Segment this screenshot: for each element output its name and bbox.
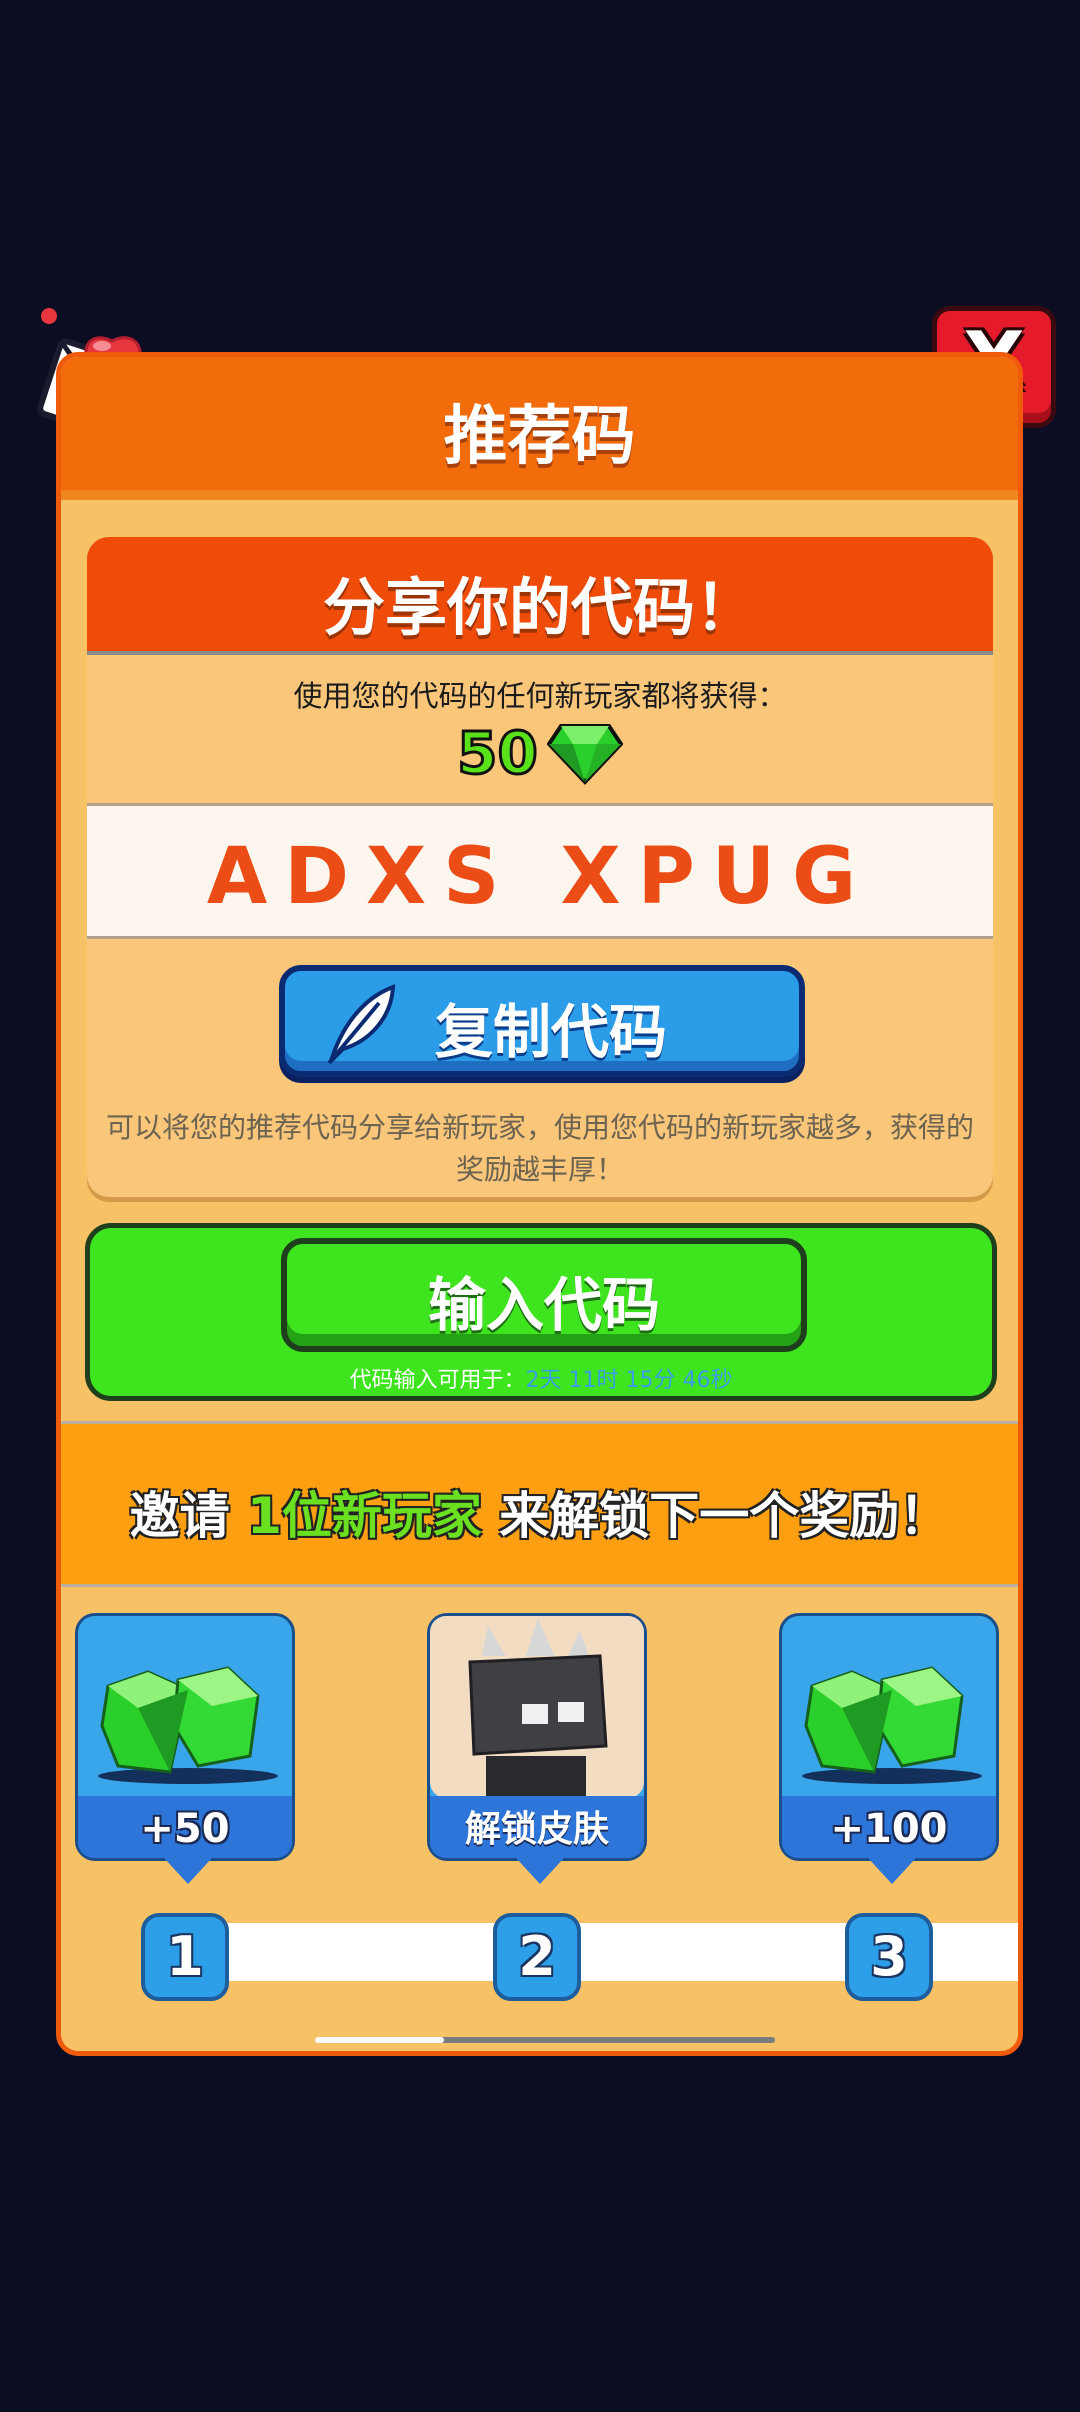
reward-label-3: +100 [830, 1806, 948, 1852]
gem-icon [546, 724, 623, 785]
reward-label-1: +50 [140, 1806, 230, 1852]
step-marker-1: 1 [141, 1913, 229, 2001]
timer-hours-unit: 时 [596, 1368, 619, 1393]
reward-tile-1[interactable]: +50 [75, 1613, 295, 1884]
copy-code-button[interactable]: 复制代码 [279, 965, 805, 1077]
invite-banner: 邀请 1位新玩家 来解锁下一个奖励！ [61, 1421, 1018, 1587]
invite-prefix: 邀请 [129, 1487, 230, 1545]
timer-minutes: 15 [625, 1368, 654, 1393]
timer-days-unit: 天 [539, 1368, 562, 1393]
panel-header: 推荐码 [61, 357, 1018, 500]
timer-seconds: 46 [682, 1368, 711, 1393]
tile-pointer [516, 1858, 564, 1884]
reward-tile-2[interactable]: 解锁皮肤 [427, 1613, 647, 1884]
timer-prefix: 代码输入可用于： [349, 1368, 526, 1393]
timer-seconds-unit: 秒 [710, 1368, 733, 1393]
referral-panel: 推荐码 分享你的代码！ 使用您的代码的任何新玩家都将获得： 50 ADXS XP… [56, 352, 1023, 2056]
share-description: 可以将您的推荐代码分享给新玩家，使用您代码的新玩家越多，获得的奖励越丰厚！ [105, 1111, 974, 1186]
scrollbar-thumb[interactable] [315, 2037, 444, 2043]
page-title: 推荐码 [443, 400, 636, 474]
reward-amount: 50 [456, 718, 540, 789]
share-title: 分享你的代码！ [322, 571, 757, 644]
timer-minutes-unit: 分 [653, 1368, 676, 1393]
reward-tile-3[interactable]: +100 [779, 1613, 999, 1884]
enter-code-label: 输入代码 [427, 1271, 660, 1339]
gem-pile-icon [98, 1666, 278, 1784]
referral-code-box: ADXS XPUG [87, 803, 993, 939]
copy-code-label: 复制代码 [435, 998, 668, 1066]
invite-text: 邀请 1位新玩家 来解锁下一个奖励！ [61, 1476, 1018, 1548]
tile-pointer [164, 1858, 212, 1884]
tile-pointer [868, 1858, 916, 1884]
timer-hours: 11 [568, 1368, 597, 1393]
invite-who: 新玩家 [331, 1487, 482, 1545]
invite-suffix: 来解锁下一个奖励！ [481, 1487, 950, 1545]
enter-code-button[interactable]: 输入代码 [281, 1238, 807, 1352]
gem-pile-icon [802, 1666, 982, 1784]
step-marker-2: 2 [493, 1913, 581, 2001]
timer-days: 2 [525, 1368, 540, 1393]
reward-caption: 使用您的代码的任何新玩家都将获得： [293, 679, 787, 713]
horizontal-scrollbar[interactable] [315, 2037, 775, 2043]
code-entry-timer: 代码输入可用于：2天 11时 15分 46秒 [90, 1362, 992, 1394]
reward-row: 50 [87, 718, 993, 789]
invite-count: 1位 [247, 1487, 332, 1545]
enter-code-card: 输入代码 代码输入可用于：2天 11时 15分 46秒 [85, 1223, 997, 1401]
share-code-card: 分享你的代码！ 使用您的代码的任何新玩家都将获得： 50 ADXS XPUG 复… [87, 537, 993, 1197]
feather-icon [327, 984, 396, 1065]
referral-code: ADXS XPUG [206, 832, 874, 922]
skin-character-icon [430, 1616, 644, 1798]
step-marker-3: 3 [845, 1913, 933, 2001]
share-header: 分享你的代码！ [87, 537, 993, 655]
reward-label-2: 解锁皮肤 [464, 1809, 609, 1850]
